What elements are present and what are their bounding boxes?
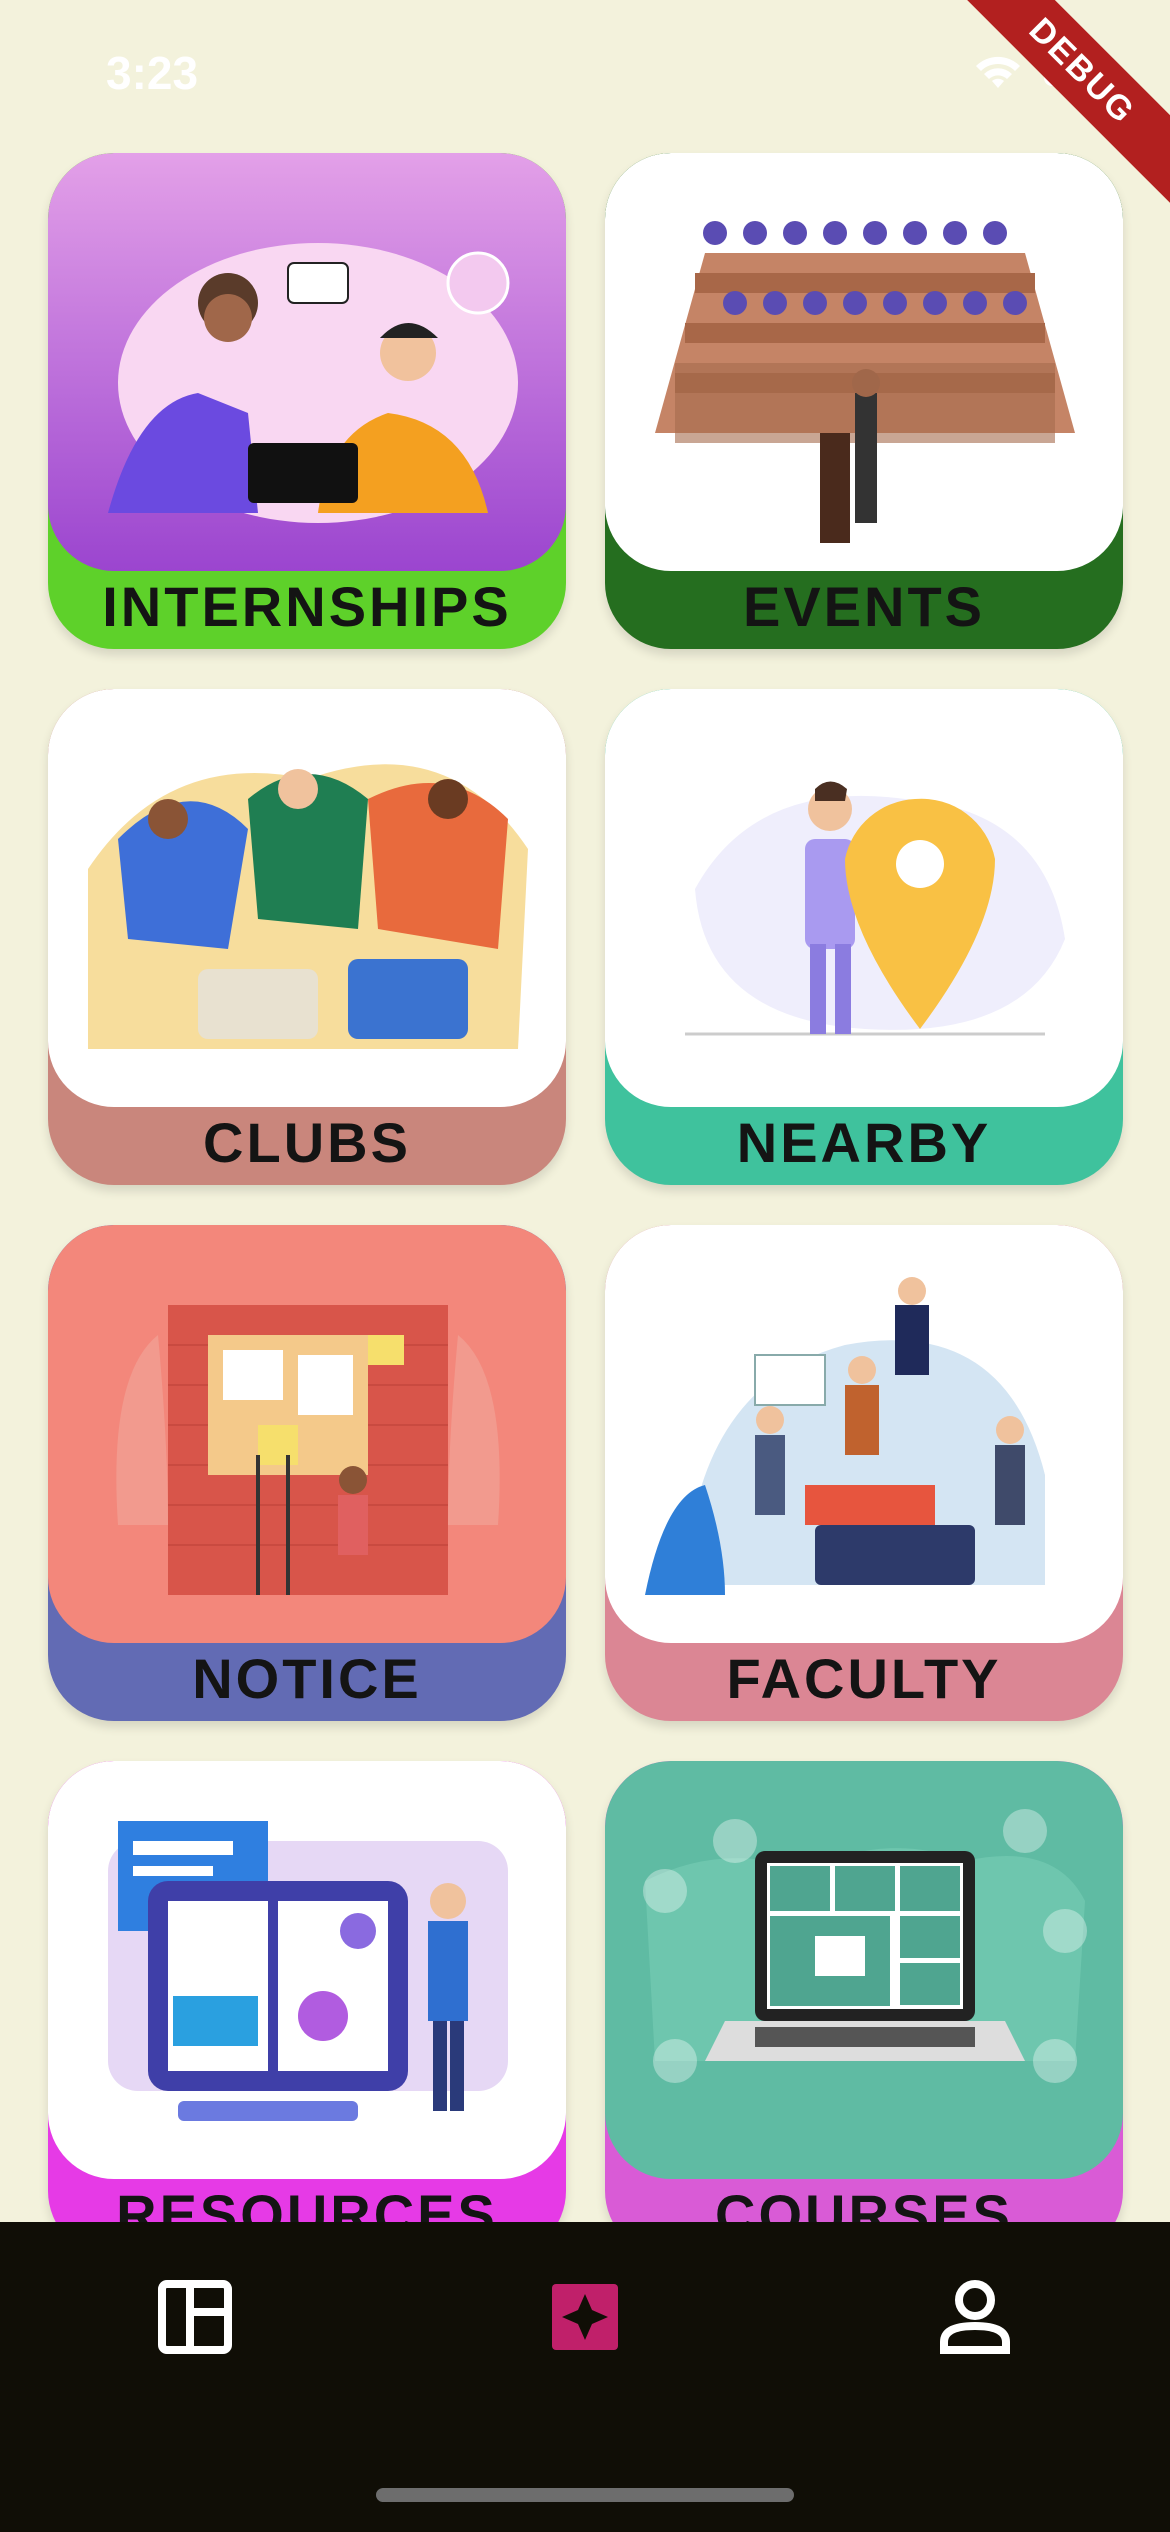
internships-illustration [48, 153, 566, 571]
clubs-label: CLUBS [203, 1111, 411, 1174]
bottom-navigation-bar [0, 2222, 1170, 2532]
nav-profile-button[interactable] [920, 2262, 1030, 2372]
feature-grid: INTERNSHIPS EVENTS CLUBS NEARBY NOTICE F… [0, 0, 1170, 2222]
resources-card[interactable]: RESOURCES [48, 1761, 566, 2222]
notice-illustration [48, 1225, 566, 1643]
profile-icon [940, 2280, 1010, 2354]
nearby-label: NEARBY [736, 1111, 992, 1174]
clubs-card[interactable]: CLUBS [48, 689, 566, 1185]
puzzle-icon [552, 2284, 618, 2350]
faculty-illustration [605, 1225, 1123, 1643]
events-illustration [605, 153, 1123, 571]
courses-illustration [605, 1761, 1123, 2179]
courses-card[interactable]: COURSES [605, 1761, 1123, 2222]
resources-label: RESOURCES [116, 2183, 498, 2222]
events-label: EVENTS [742, 575, 986, 638]
nearby-card[interactable]: NEARBY [605, 689, 1123, 1185]
dashboard-icon [158, 2280, 232, 2354]
nav-dashboard-button[interactable] [140, 2262, 250, 2372]
faculty-label: FACULTY [726, 1647, 1002, 1710]
nav-home-button[interactable] [530, 2262, 640, 2372]
home-indicator[interactable] [376, 2488, 794, 2502]
nearby-illustration [605, 689, 1123, 1107]
notice-label: NOTICE [192, 1647, 422, 1710]
notice-card[interactable]: NOTICE [48, 1225, 566, 1721]
internships-label: INTERNSHIPS [102, 575, 512, 638]
clubs-illustration [48, 689, 566, 1107]
resources-illustration [48, 1761, 566, 2179]
internships-card[interactable]: INTERNSHIPS [48, 153, 566, 649]
faculty-card[interactable]: FACULTY [605, 1225, 1123, 1721]
events-card[interactable]: EVENTS [605, 153, 1123, 649]
courses-label: COURSES [715, 2183, 1013, 2222]
